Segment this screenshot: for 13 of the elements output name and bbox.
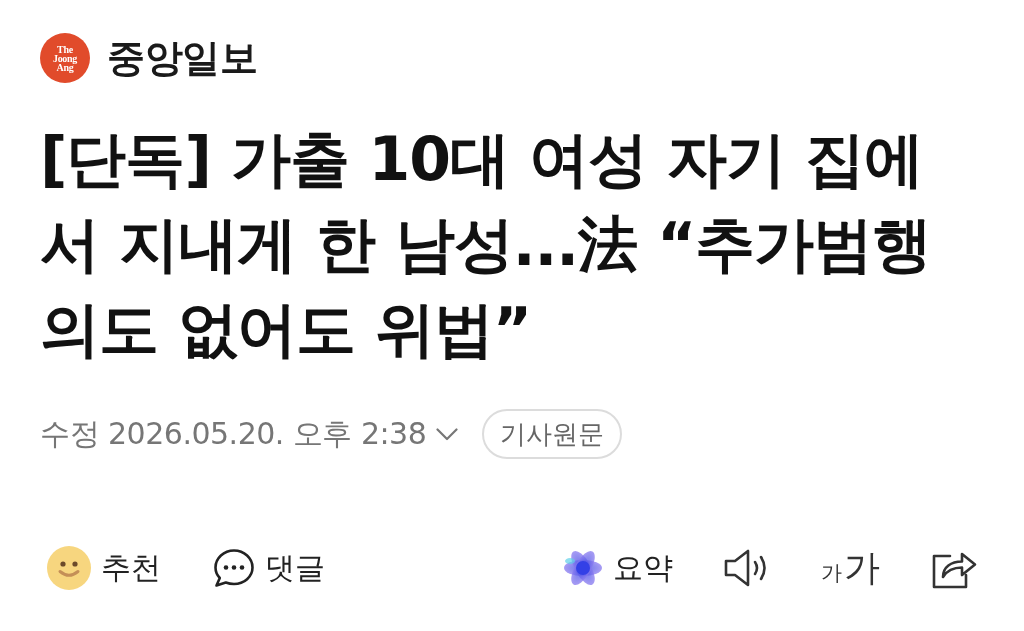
smiley-icon [47,546,91,590]
article-headline: [단독] 가출 10대 여성 자기 집에서 지내게 한 남성...法 “추가범행 의도 없어도 위법” [40,123,933,366]
speech-bubble-icon [213,548,255,588]
article-date: 수정 2026.05.20. 오후 2:38 [40,414,427,453]
summary-button[interactable]: 요약 [563,547,673,589]
brand-name: 중앙일보 [107,34,257,82]
text-size-button[interactable]: 가가 [821,543,880,593]
comment-button[interactable]: 댓글 [213,547,325,589]
chevron-down-icon[interactable] [436,427,459,441]
brand-logo: The Joong Ang [40,33,90,83]
recommend-button[interactable]: 추천 [47,546,161,590]
sparkle-icon [563,549,603,587]
original-article-button[interactable]: 기사원문 [482,409,623,459]
